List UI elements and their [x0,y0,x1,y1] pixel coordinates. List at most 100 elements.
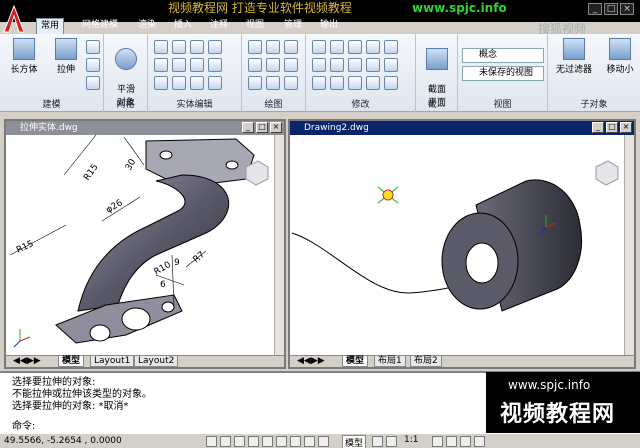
thicken-icon[interactable] [208,58,222,72]
quick-view-drawings-icon[interactable] [386,436,397,447]
tab-layout2[interactable]: Layout2 [134,356,179,367]
polyline-icon[interactable] [284,40,298,54]
pan-icon[interactable] [432,436,443,447]
trim-icon[interactable] [384,40,398,54]
dyn-icon[interactable] [304,436,315,447]
showmotion-icon[interactable] [474,436,485,447]
polygon-icon[interactable] [248,76,262,90]
viewport-left[interactable]: R15 30 R15 φ26 R10 9 R7 6 [6,134,284,357]
restore-icon[interactable]: □ [604,3,618,15]
intersect-icon[interactable] [154,76,168,90]
scale-icon[interactable] [330,58,344,72]
steering-wheel-icon[interactable] [460,436,471,447]
smooth-object-button[interactable]: 平滑 对象 [108,38,144,108]
presspull-icon[interactable] [86,58,100,72]
grid-icon[interactable] [220,436,231,447]
array-icon[interactable] [366,58,380,72]
doc-maximize-icon[interactable]: □ [256,122,268,133]
doc-minimize-icon[interactable]: _ [242,122,254,133]
tab-nav-icon[interactable]: ◀◀▶▶ [10,356,44,367]
rotate-3d-icon[interactable] [330,40,344,54]
tab-layout2[interactable]: 布局2 [410,356,442,367]
line-icon[interactable] [248,40,262,54]
tab-model[interactable]: 模型 [58,356,85,367]
box-button[interactable]: 长方体 [6,38,42,90]
panel-title-modeling[interactable]: 建模 [0,97,103,110]
explode-icon[interactable] [312,76,326,90]
tab-manage[interactable]: 管理 [280,18,306,34]
separate-icon[interactable] [172,40,186,54]
quick-view-layouts-icon[interactable] [372,436,383,447]
arc-icon[interactable] [266,40,280,54]
copy-icon[interactable] [312,58,326,72]
doc-close-icon[interactable]: × [270,122,282,133]
move-gizmo-button[interactable]: 移动小 [600,38,640,90]
tab-layout1[interactable]: 布局1 [374,356,406,367]
clean-icon[interactable] [172,76,186,90]
ortho-icon[interactable] [234,436,245,447]
polysolid-icon[interactable] [86,40,100,54]
extrude-button[interactable]: 拉伸 [48,38,84,90]
command-input[interactable]: 命令: [12,421,482,433]
circle-icon[interactable] [266,58,280,72]
panel-title-draw[interactable]: 绘图 [242,97,305,110]
stretch-icon[interactable] [348,58,362,72]
ducs-icon[interactable] [290,436,301,447]
panel-title-view[interactable]: 视图 [458,97,547,110]
minimize-icon[interactable]: _ [588,3,602,15]
doc-minimize-icon[interactable]: _ [592,122,604,133]
drawing-window-right[interactable]: Drawing2.dwg _ □ × ◀◀▶▶ 模型 布局1 布局2 [288,119,636,369]
spline-icon[interactable] [284,76,298,90]
tab-render[interactable]: 渲染 [134,18,160,34]
no-filter-button[interactable]: 无过滤器 [552,38,596,90]
panel-title-modify[interactable]: 修改 [306,97,415,110]
offset-edge-icon[interactable] [190,76,204,90]
hatch-icon[interactable] [266,76,280,90]
tab-home[interactable]: 常用 [36,18,65,34]
imprint-icon[interactable] [172,58,186,72]
tab-insert[interactable]: 插入 [170,18,196,34]
vertical-scrollbar[interactable] [624,135,634,357]
grip-point-icon[interactable] [377,186,399,204]
viewcube-icon[interactable] [595,160,619,186]
annotation-scale[interactable]: 1:1 [404,435,418,445]
close-icon[interactable]: × [620,3,634,15]
section-plane-button[interactable]: 截面 平面 [419,38,455,108]
otrack-icon[interactable] [276,436,287,447]
lineweight-icon[interactable] [318,436,329,447]
vertical-scrollbar[interactable] [274,135,284,357]
window-title-right[interactable]: Drawing2.dwg [290,121,634,135]
extract-edges-icon[interactable] [190,40,204,54]
visual-style-select[interactable]: 概念 [462,48,544,63]
model-space-toggle[interactable]: 模型 [342,435,367,448]
drawing-window-left[interactable]: 拉伸实体.dwg _ □ × R15 30 R15 φ26 R10 9 R7 6… [4,119,286,369]
tab-mesh-modeling[interactable]: 网格建模 [78,18,122,34]
tab-annotate[interactable]: 注释 [206,18,232,34]
rectangle-icon[interactable] [248,58,262,72]
slice-icon[interactable] [208,40,222,54]
tab-nav-icon[interactable]: ◀◀▶▶ [294,356,328,367]
panel-title-section[interactable]: 截... [416,97,457,110]
snap-icon[interactable] [206,436,217,447]
offset-icon[interactable] [348,76,362,90]
osnap-icon[interactable] [262,436,273,447]
check-icon[interactable] [208,76,222,90]
move-icon[interactable] [312,40,326,54]
doc-maximize-icon[interactable]: □ [606,122,618,133]
subtract-icon[interactable] [154,58,168,72]
tab-output[interactable]: 输出 [316,18,342,34]
mirror-3d-icon[interactable] [366,40,380,54]
tab-view[interactable]: 视图 [242,18,268,34]
autocad-logo-icon[interactable] [2,4,26,33]
zoom-icon[interactable] [446,436,457,447]
doc-close-icon[interactable]: × [620,122,632,133]
union-icon[interactable] [154,40,168,54]
polar-icon[interactable] [248,436,259,447]
tab-model[interactable]: 模型 [342,356,369,367]
sweep-icon[interactable] [86,76,100,90]
tab-layout1[interactable]: Layout1 [90,356,135,367]
viewport-right[interactable] [290,135,634,357]
panel-title-mesh[interactable]: 网格 [104,97,147,110]
panel-title-solid-editing[interactable]: 实体编辑 [148,97,241,110]
chamfer-icon[interactable] [384,76,398,90]
